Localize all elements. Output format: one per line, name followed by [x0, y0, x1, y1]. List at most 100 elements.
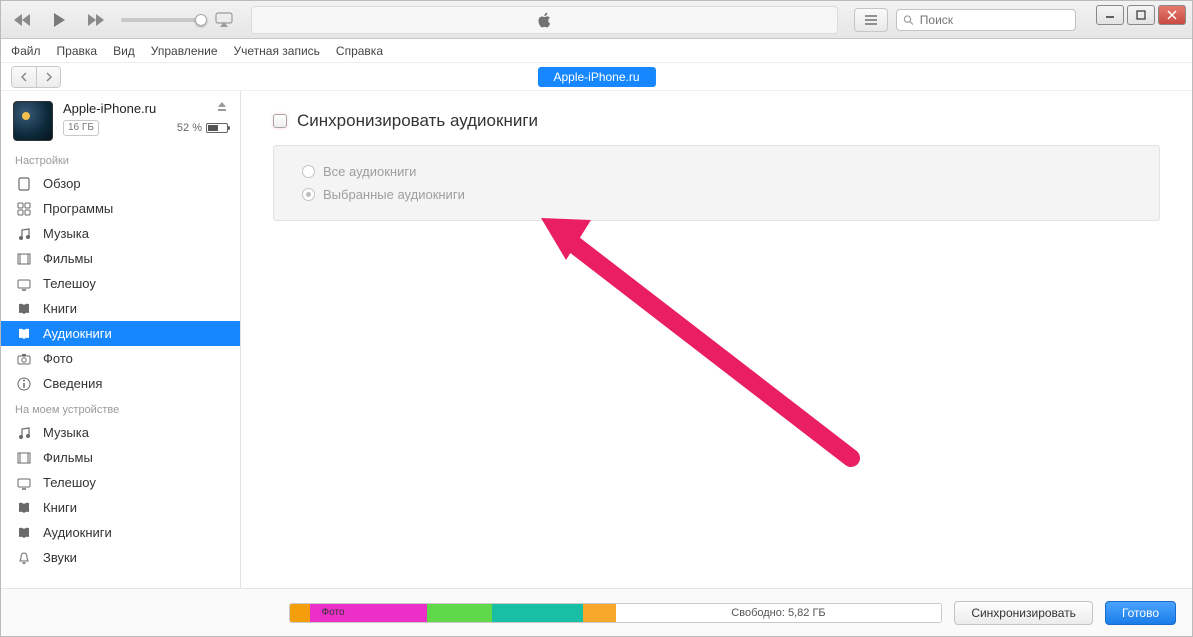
- ondevice-item-books[interactable]: Книги: [1, 495, 240, 520]
- search-input[interactable]: [920, 13, 1069, 27]
- menu-account[interactable]: Учетная запись: [234, 44, 320, 58]
- sidebar-item-label: Книги: [43, 500, 77, 515]
- sidebar-item-label: Фильмы: [43, 251, 93, 266]
- tabs-row: Apple-iPhone.ru: [1, 63, 1192, 91]
- footer: Фото Свободно: 5,82 ГБ Синхронизировать …: [1, 588, 1192, 636]
- sidebar-item-label: Аудиокниги: [43, 525, 112, 540]
- annotation-arrow: [541, 218, 871, 481]
- sidebar-item-label: Книги: [43, 301, 77, 316]
- info-icon: [15, 377, 33, 391]
- menubar: Файл Правка Вид Управление Учетная запис…: [1, 39, 1192, 63]
- radio-label: Все аудиокниги: [323, 164, 416, 179]
- capacity-segment: [427, 604, 492, 622]
- ondevice-item-audiobooks[interactable]: Аудиокниги: [1, 520, 240, 545]
- done-button[interactable]: Готово: [1105, 601, 1176, 625]
- device-name: Apple-iPhone.ru: [63, 101, 156, 116]
- sidebar-item-tvshows[interactable]: Телешоу: [1, 271, 240, 296]
- capacity-segment: [583, 604, 616, 622]
- sidebar-item-label: Музыка: [43, 226, 89, 241]
- sidebar-item-label: Сведения: [43, 376, 102, 391]
- sidebar-item-info[interactable]: Сведения: [1, 371, 240, 396]
- next-track-button[interactable]: [81, 8, 109, 32]
- battery-icon: [206, 123, 228, 133]
- sync-checkbox[interactable]: [273, 114, 287, 128]
- toolbar: [1, 1, 1192, 39]
- device-capacity: 16 ГБ: [63, 120, 99, 136]
- sync-header: Синхронизировать аудиокниги: [273, 111, 1160, 131]
- menu-help[interactable]: Справка: [336, 44, 383, 58]
- maximize-button[interactable]: [1127, 5, 1155, 25]
- menu-edit[interactable]: Правка: [57, 44, 98, 58]
- ondevice-item-tvshows[interactable]: Телешоу: [1, 470, 240, 495]
- nav-back-button[interactable]: [12, 67, 36, 87]
- capacity-segment-label: Фото: [322, 607, 345, 618]
- window-controls: [1096, 5, 1186, 25]
- minimize-button[interactable]: [1096, 5, 1124, 25]
- sidebar-item-label: Телешоу: [43, 475, 96, 490]
- eject-button[interactable]: [216, 101, 228, 116]
- sidebar-item-label: Звуки: [43, 550, 77, 565]
- volume-slider[interactable]: [121, 18, 199, 22]
- radio-label: Выбранные аудиокниги: [323, 187, 465, 202]
- radio-icon: [302, 165, 315, 178]
- sync-options-panel: Все аудиокниги Выбранные аудиокниги: [273, 145, 1160, 221]
- device-header: Apple-iPhone.ru 16 ГБ 52 %: [1, 91, 240, 147]
- menu-manage[interactable]: Управление: [151, 44, 218, 58]
- sidebar-item-label: Фото: [43, 351, 73, 366]
- search-field[interactable]: [896, 9, 1076, 31]
- device-tab[interactable]: Apple-iPhone.ru: [537, 67, 655, 87]
- sidebar-item-overview[interactable]: Обзор: [1, 171, 240, 196]
- search-icon: [903, 14, 914, 26]
- apps-icon: [15, 202, 33, 216]
- radio-all-audiobooks: Все аудиокниги: [302, 160, 1131, 183]
- tv-icon: [15, 476, 33, 490]
- sidebar-item-books[interactable]: Книги: [1, 296, 240, 321]
- camera-icon: [15, 352, 33, 366]
- audiobook-icon: [15, 526, 33, 540]
- music-icon: [15, 426, 33, 440]
- sidebar-item-label: Телешоу: [43, 276, 96, 291]
- book-icon: [15, 501, 33, 515]
- sidebar-item-label: Аудиокниги: [43, 326, 112, 341]
- device-battery: 52 %: [177, 122, 228, 134]
- sidebar-item-music[interactable]: Музыка: [1, 221, 240, 246]
- nav-forward-button[interactable]: [36, 67, 60, 87]
- previous-track-button[interactable]: [9, 8, 37, 32]
- airplay-button[interactable]: [211, 7, 237, 33]
- apple-logo-icon: [536, 11, 554, 29]
- capacity-segment: [492, 604, 583, 622]
- ondevice-item-sounds[interactable]: Звуки: [1, 545, 240, 570]
- ondevice-item-movies[interactable]: Фильмы: [1, 445, 240, 470]
- section-header-settings: Настройки: [1, 147, 240, 171]
- music-icon: [15, 227, 33, 241]
- close-button[interactable]: [1158, 5, 1186, 25]
- status-lcd: [251, 6, 838, 34]
- sidebar-item-movies[interactable]: Фильмы: [1, 246, 240, 271]
- sync-title: Синхронизировать аудиокниги: [297, 111, 538, 131]
- list-view-button[interactable]: [854, 8, 888, 32]
- play-button[interactable]: [45, 8, 73, 32]
- tablet-icon: [15, 177, 33, 191]
- sidebar-item-photos[interactable]: Фото: [1, 346, 240, 371]
- film-icon: [15, 451, 33, 465]
- tv-icon: [15, 277, 33, 291]
- audiobook-icon: [15, 327, 33, 341]
- sidebar-item-label: Фильмы: [43, 450, 93, 465]
- sidebar-item-apps[interactable]: Программы: [1, 196, 240, 221]
- capacity-bar: Фото Свободно: 5,82 ГБ: [289, 603, 942, 623]
- bell-icon: [15, 551, 33, 565]
- sync-button[interactable]: Синхронизировать: [954, 601, 1093, 625]
- content-pane: Синхронизировать аудиокниги Все аудиокни…: [241, 91, 1192, 636]
- radio-selected-audiobooks: Выбранные аудиокниги: [302, 183, 1131, 206]
- menu-file[interactable]: Файл: [11, 44, 41, 58]
- ondevice-item-music[interactable]: Музыка: [1, 420, 240, 445]
- sidebar-item-label: Обзор: [43, 176, 81, 191]
- sidebar: Apple-iPhone.ru 16 ГБ 52 % Настройки Об: [1, 91, 241, 636]
- menu-view[interactable]: Вид: [113, 44, 135, 58]
- capacity-free-label: Свободно: 5,82 ГБ: [616, 604, 942, 622]
- section-header-ondevice: На моем устройстве: [1, 396, 240, 420]
- sidebar-item-label: Музыка: [43, 425, 89, 440]
- sidebar-item-audiobooks[interactable]: Аудиокниги: [1, 321, 240, 346]
- capacity-segment: [290, 604, 310, 622]
- nav-back-forward: [11, 66, 61, 88]
